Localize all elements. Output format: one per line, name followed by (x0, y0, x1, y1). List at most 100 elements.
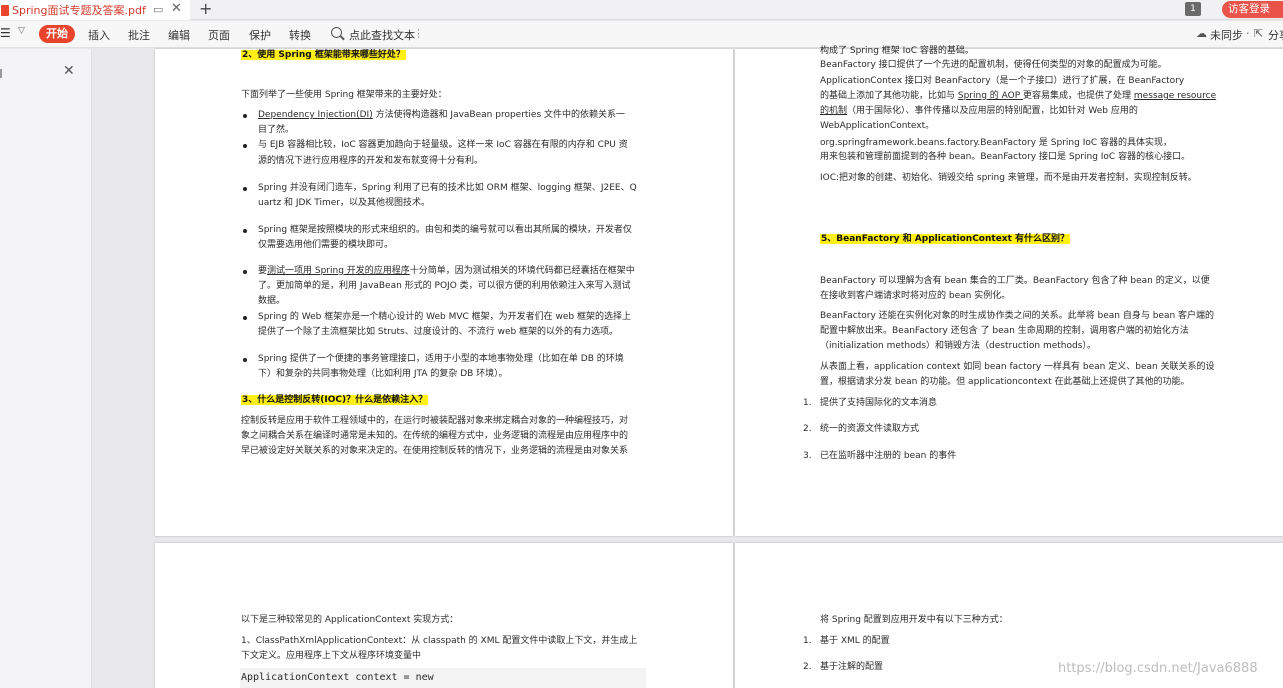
code-block: ApplicationContext context = new (240, 668, 646, 688)
sidebar-panel: ✕ (0, 49, 92, 688)
paragraph: org.springframework.beans.factory.BeanFa… (820, 138, 1172, 148)
pdf-page: 构成了 Spring 框架 IoC 容器的基础。 BeanFactory 接口提… (735, 46, 1283, 536)
paragraph: 早已被设定好关联关系的对象来决定的。在使用控制反转的情况下，业务逻辑的流程是由对… (241, 446, 629, 456)
link[interactable]: Dependency Injection(DI) (258, 110, 373, 120)
list-item: Spring 提供了一个便捷的事务管理接口，适用于小型的本地事物处理（比如在单 … (258, 354, 624, 364)
paragraph: 下面列举了一些使用 Spring 框架带来的主要好处： (241, 90, 447, 100)
paragraph: ApplicationContex 接口对 BeanFactory（是一个子接口… (820, 76, 1185, 86)
section-heading: 3、什么是控制反转(IOC)？什么是依赖注入？ (241, 395, 429, 405)
paragraph: WebApplicationContext。 (820, 121, 935, 131)
paragraph: 构成了 Spring 框架 IoC 容器的基础。 (820, 46, 974, 56)
pdf-page: 以下是三种较常见的 ApplicationContext 实现方式： 1、Cla… (155, 543, 733, 688)
tab-edit[interactable]: 编辑 (168, 27, 190, 43)
paragraph: BeanFactory 还能在实例化对象的时生成协作类之间的关系。此举将 bea… (820, 311, 1215, 321)
list-item: 源的情况下进行应用程序的开发和发布就变得十分有利。 (258, 156, 484, 166)
section-heading: 2、使用 Spring 框架能带来哪些好处？ (241, 50, 406, 60)
share-button[interactable]: 分享 (1268, 27, 1283, 43)
paragraph: 下文定义。应用程序上下文从程序环境变量中 (241, 651, 422, 661)
list-number: 1. (803, 636, 812, 646)
list-item: 数据。 (258, 296, 286, 306)
window-count-badge[interactable]: 1 (1185, 2, 1201, 16)
paragraph: （initialization methods）和销毁方法（destructio… (820, 341, 1096, 351)
ribbon-toolbar: ☰ ▽ 开始 插入 批注 编辑 页面 保护 转换 点此查找文本 ⋮ ☁ 未同步 … (0, 21, 1283, 48)
close-tab-icon[interactable]: ✕ (171, 1, 182, 16)
paragraph: 用来包装和管理前面提到的各种 bean。BeanFactory 接口是 Spri… (820, 152, 1191, 162)
list-item: 统一的资源文件读取方式 (820, 424, 920, 434)
list-number: 3. (803, 451, 812, 461)
list-item: Spring 并没有闭门造车，Spring 利用了已有的技术比如 ORM 框架、… (258, 183, 637, 193)
bullet (243, 144, 247, 148)
bullet (243, 316, 247, 320)
list-item: 基于注解的配置 (820, 662, 884, 672)
search-icon[interactable] (331, 27, 342, 38)
pdf-file-icon (1, 4, 9, 16)
paragraph: 控制反转是应用于软件工程领域中的，在运行时被装配器对象来绑定耦合对象的一种编程技… (241, 416, 629, 426)
list-item: 目了然。 (258, 125, 295, 135)
bullet (243, 270, 247, 274)
list-number: 2. (803, 662, 812, 672)
new-tab-icon[interactable]: + (199, 0, 212, 18)
section-heading: 5、BeanFactory 和 ApplicationContext 有什么区别… (820, 234, 1071, 244)
list-number: 1. (803, 398, 812, 408)
list-item: 了。更加简单的是，利用 JavaBean 形式的 POJO 类，可以很方便的利用… (258, 281, 631, 291)
find-text-button[interactable]: 点此查找文本 (349, 27, 415, 43)
link[interactable]: 测试一项用 Spring 开发的应用程序 (267, 266, 410, 276)
chevron-down-icon[interactable]: ▽ (18, 26, 25, 36)
paragraph: 象之间耦合关系在编译时通常是未知的。在传统的编程方式中，业务逻辑的流程是由应用程… (241, 431, 629, 441)
list-item: Spring 的 Web 框架亦是一个精心设计的 Web MVC 框架，为开发者… (258, 312, 631, 322)
list-item: 与 EJB 容器相比较，IoC 容器更加趋向于轻量级。这样一来 IoC 容器在有… (258, 140, 628, 150)
close-sidebar-icon[interactable]: ✕ (63, 63, 75, 79)
list-item: 已在监听器中注册的 bean 的事件 (820, 451, 957, 461)
bullet (243, 358, 247, 362)
list-item: Dependency Injection(DI) 方法使得构造器和 JavaBe… (258, 110, 626, 120)
paragraph: 置，根据请求分发 bean 的功能。但 applicationcontext 在… (820, 377, 1190, 387)
paragraph: 1、ClassPathXmlApplicationContext：从 class… (241, 636, 638, 646)
paragraph: 的基础上添加了其他功能，比如与 Spring 的 AOP 更容易集成，也提供了处… (820, 91, 1217, 101)
tab-annotate[interactable]: 批注 (128, 27, 150, 43)
tab-file-title: Spring面试专题及答案.pdf (12, 4, 146, 17)
list-item: 仅需要选用他们需要的模块即可。 (258, 240, 394, 250)
link[interactable]: Spring 的 AOP (958, 91, 1023, 101)
list-number: 2. (803, 424, 812, 434)
menu-icon[interactable]: ☰ (0, 26, 11, 40)
more-options-icon[interactable]: · (1246, 27, 1250, 40)
link[interactable]: message resource (1134, 91, 1216, 101)
tab-insert[interactable]: 插入 (88, 27, 110, 43)
paragraph: 在接收到客户端请求时将对应的 bean 实例化。 (820, 291, 1011, 301)
link[interactable]: 的机制 (820, 106, 847, 116)
cloud-sync-icon: ☁ (1196, 27, 1207, 40)
paragraph: BeanFactory 可以理解为含有 bean 集合的工厂类。BeanFact… (820, 276, 1210, 286)
share-icon[interactable]: ⇱ (1254, 27, 1263, 40)
guest-login-button[interactable]: 访客登录 (1222, 1, 1283, 18)
bullet (243, 229, 247, 233)
list-item: 要测试一项用 Spring 开发的应用程序十分简单，因为测试相关的环境代码都已经… (258, 266, 635, 276)
tab-bar: Spring面试专题及答案.pdf ▭ ✕ + 1 访客登录 (0, 0, 1283, 20)
paragraph: IOC:把对象的创建、初始化、销毁交给 spring 来管理，而不是由开发者控制… (820, 173, 1197, 183)
code-line: ApplicationContext context = new (241, 672, 434, 683)
tab-page[interactable]: 页面 (208, 27, 230, 43)
list-item: Spring 框架是按照模块的形式来组织的。由包和类的编号就可以看出其所属的模块… (258, 225, 632, 235)
tab-file[interactable]: Spring面试专题及答案.pdf ▭ ✕ (0, 0, 190, 20)
paragraph: BeanFactory 接口提供了一个先进的配置机制，使得任何类型的对象的配置成… (820, 60, 1167, 70)
paragraph: 以下是三种较常见的 ApplicationContext 实现方式： (241, 615, 459, 625)
more-options-icon[interactable]: ⋮ (413, 27, 424, 40)
bullet (243, 187, 247, 191)
watermark: https://blog.csdn.net/Java6888 (1058, 661, 1258, 676)
sidebar-marker (0, 69, 2, 78)
paragraph: 从表面上看，application context 如同 bean factor… (820, 362, 1215, 372)
tab-protect[interactable]: 保护 (249, 27, 271, 43)
pdf-page: 2、使用 Spring 框架能带来哪些好处？ 下面列举了一些使用 Spring … (155, 49, 733, 536)
tab-convert[interactable]: 转换 (289, 27, 311, 43)
list-item: 提供了一个除了主流框架比如 Struts、过度设计的、不流行 web 框架的以外… (258, 327, 619, 337)
list-item: 提供了支持国际化的文本消息 (820, 398, 938, 408)
list-item: 基于 XML 的配置 (820, 636, 890, 646)
paragraph: 将 Spring 配置到应用开发中有以下三种方式： (820, 615, 1008, 625)
list-item: uartz 和 JDK Timer，以及其他视图技术。 (258, 198, 430, 208)
bullet (243, 114, 247, 118)
paragraph: 的机制（用于国际化）、事件传播以及应用层的特别配置，比如针对 Web 应用的 (820, 106, 1138, 116)
list-item: 下）和复杂的共同事物处理（比如利用 JTA 的复杂 DB 环境）。 (258, 369, 508, 379)
pin-icon[interactable]: ▭ (153, 3, 163, 16)
tab-start[interactable]: 开始 (39, 25, 75, 43)
sync-status[interactable]: 未同步 (1210, 27, 1243, 43)
paragraph: 配置中解放出来。BeanFactory 还包含 了 bean 生命周期的控制，调… (820, 326, 1189, 336)
